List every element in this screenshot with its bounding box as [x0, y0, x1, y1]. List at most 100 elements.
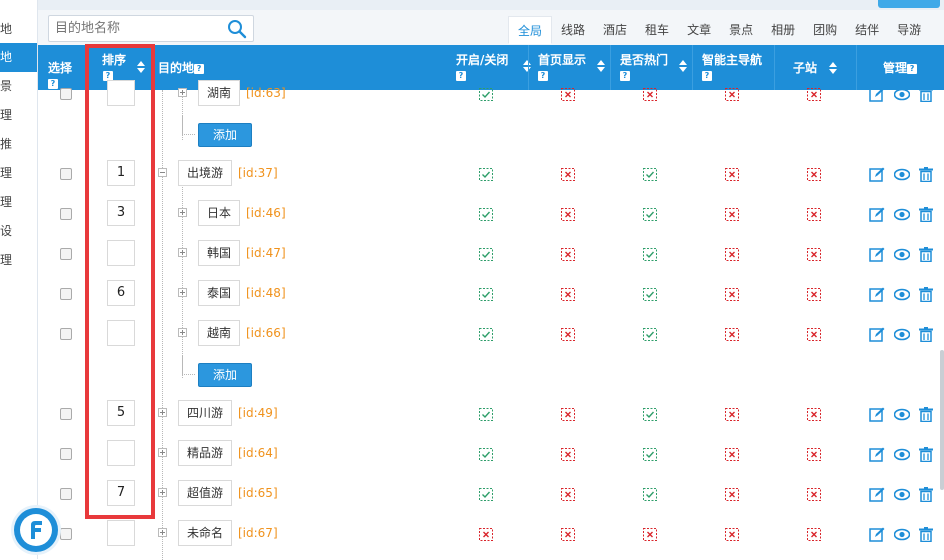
tab-item[interactable]: 导游: [888, 16, 930, 44]
home-show-toggle-off-icon[interactable]: [561, 408, 575, 421]
hot-toggle-on-icon[interactable]: [643, 488, 657, 501]
delete-icon[interactable]: [918, 87, 934, 102]
sidebar-item[interactable]: 理: [0, 246, 37, 275]
select-checkbox[interactable]: [60, 168, 72, 180]
search-icon[interactable]: [227, 19, 247, 39]
select-checkbox[interactable]: [60, 408, 72, 420]
substation-toggle-off-icon[interactable]: [807, 288, 821, 301]
tab-item[interactable]: 租车: [636, 16, 678, 44]
smart-nav-toggle-off-icon[interactable]: [725, 288, 739, 301]
open-toggle-on-icon[interactable]: [479, 328, 493, 341]
edit-icon[interactable]: [869, 447, 885, 462]
delete-icon[interactable]: [918, 247, 934, 262]
delete-icon[interactable]: [918, 527, 934, 542]
delete-icon[interactable]: [918, 487, 934, 502]
sidebar-item[interactable]: 设: [0, 217, 37, 246]
expand-icon[interactable]: [158, 408, 167, 417]
tab-item[interactable]: 景点: [720, 16, 762, 44]
hot-toggle-on-icon[interactable]: [643, 168, 657, 181]
expand-icon[interactable]: [178, 288, 187, 297]
destination-name[interactable]: 韩国: [198, 240, 241, 266]
select-checkbox[interactable]: [60, 208, 72, 220]
open-toggle-on-icon[interactable]: [479, 488, 493, 501]
smart-nav-toggle-off-icon[interactable]: [725, 408, 739, 421]
select-checkbox[interactable]: [60, 328, 72, 340]
sort-icon[interactable]: [523, 60, 531, 72]
hot-toggle-off-icon[interactable]: [643, 528, 657, 541]
destination-name[interactable]: 日本: [198, 200, 241, 226]
select-checkbox[interactable]: [60, 248, 72, 260]
smart-nav-toggle-off-icon[interactable]: [725, 328, 739, 341]
open-toggle-on-icon[interactable]: [479, 448, 493, 461]
substation-toggle-off-icon[interactable]: [807, 528, 821, 541]
substation-toggle-off-icon[interactable]: [807, 408, 821, 421]
substation-toggle-off-icon[interactable]: [807, 448, 821, 461]
select-checkbox[interactable]: [60, 288, 72, 300]
open-toggle-on-icon[interactable]: [479, 288, 493, 301]
destination-name[interactable]: 未命名: [178, 520, 233, 546]
add-button[interactable]: 添加: [198, 123, 252, 147]
tab-item[interactable]: 团购: [804, 16, 846, 44]
view-icon[interactable]: [894, 167, 910, 182]
search-input[interactable]: [49, 16, 227, 41]
delete-icon[interactable]: [918, 167, 934, 182]
edit-icon[interactable]: [869, 247, 885, 262]
expand-icon[interactable]: [158, 528, 167, 537]
edit-icon[interactable]: [869, 407, 885, 422]
edit-icon[interactable]: [869, 207, 885, 222]
smart-nav-toggle-off-icon[interactable]: [725, 88, 739, 101]
smart-nav-toggle-off-icon[interactable]: [725, 488, 739, 501]
destination-name[interactable]: 出境游: [178, 160, 233, 186]
delete-icon[interactable]: [918, 447, 934, 462]
sidebar-item[interactable]: 地: [0, 15, 37, 43]
expand-icon[interactable]: [178, 88, 187, 97]
view-icon[interactable]: [894, 447, 910, 462]
substation-toggle-off-icon[interactable]: [807, 248, 821, 261]
sidebar-item[interactable]: 推: [0, 130, 37, 159]
sidebar-item[interactable]: 地: [0, 43, 37, 72]
view-icon[interactable]: [894, 247, 910, 262]
tab-item[interactable]: 全局: [508, 16, 553, 44]
view-icon[interactable]: [894, 407, 910, 422]
home-show-toggle-off-icon[interactable]: [561, 88, 575, 101]
scrollbar[interactable]: [940, 350, 944, 490]
select-checkbox[interactable]: [60, 88, 72, 100]
edit-icon[interactable]: [869, 167, 885, 182]
open-toggle-on-icon[interactable]: [479, 88, 493, 101]
edit-icon[interactable]: [869, 327, 885, 342]
hot-toggle-on-icon[interactable]: [643, 448, 657, 461]
smart-nav-toggle-off-icon[interactable]: [725, 448, 739, 461]
open-toggle-on-icon[interactable]: [479, 408, 493, 421]
home-show-toggle-off-icon[interactable]: [561, 448, 575, 461]
floating-logo[interactable]: [14, 508, 58, 552]
expand-icon[interactable]: [158, 488, 167, 497]
delete-icon[interactable]: [918, 407, 934, 422]
add-button[interactable]: 添加: [198, 363, 252, 387]
top-right-button[interactable]: [878, 0, 940, 8]
tab-item[interactable]: 文章: [678, 16, 720, 44]
collapse-icon[interactable]: [158, 168, 167, 177]
destination-name[interactable]: 湖南: [198, 80, 241, 106]
delete-icon[interactable]: [918, 287, 934, 302]
hot-toggle-on-icon[interactable]: [643, 408, 657, 421]
edit-icon[interactable]: [869, 487, 885, 502]
sort-icon[interactable]: [597, 60, 605, 72]
open-toggle-on-icon[interactable]: [479, 168, 493, 181]
sort-icon[interactable]: [679, 60, 687, 72]
order-input[interactable]: [107, 520, 135, 546]
home-show-toggle-off-icon[interactable]: [561, 168, 575, 181]
open-toggle-on-icon[interactable]: [479, 248, 493, 261]
home-show-toggle-off-icon[interactable]: [561, 328, 575, 341]
view-icon[interactable]: [894, 87, 910, 102]
home-show-toggle-off-icon[interactable]: [561, 528, 575, 541]
edit-icon[interactable]: [869, 87, 885, 102]
destination-name[interactable]: 四川游: [178, 400, 233, 426]
sidebar-item[interactable]: 理: [0, 101, 37, 130]
edit-icon[interactable]: [869, 527, 885, 542]
substation-toggle-off-icon[interactable]: [807, 328, 821, 341]
destination-name[interactable]: 泰国: [198, 280, 241, 306]
smart-nav-toggle-off-icon[interactable]: [725, 208, 739, 221]
destination-name[interactable]: 越南: [198, 320, 241, 346]
expand-icon[interactable]: [178, 328, 187, 337]
edit-icon[interactable]: [869, 287, 885, 302]
